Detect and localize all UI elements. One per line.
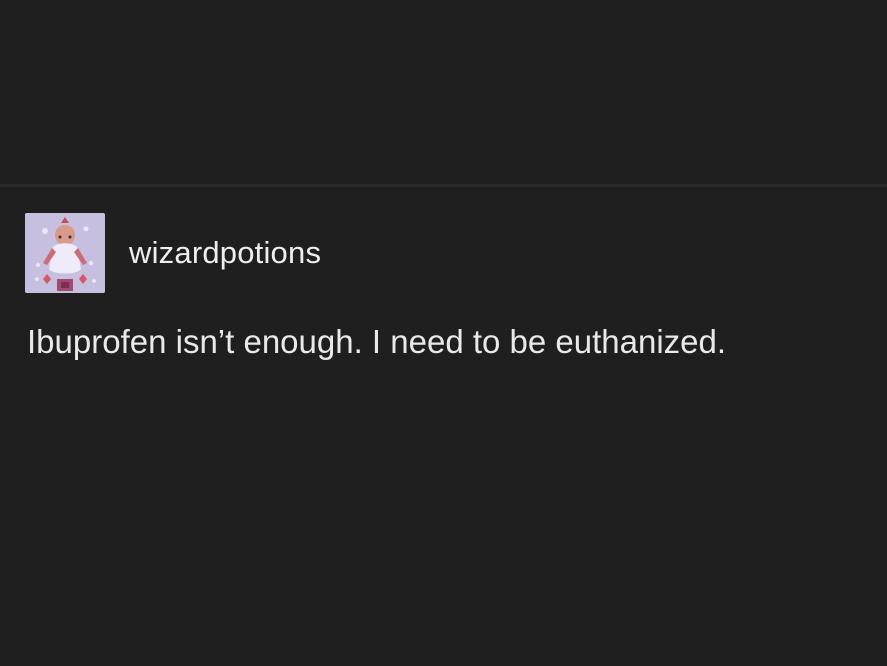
avatar[interactable]	[25, 213, 105, 293]
post-text: Ibuprofen isn’t enough. I need to be eut…	[27, 323, 727, 360]
avatar-image	[25, 213, 105, 293]
post-header: wizardpotions	[25, 213, 321, 293]
post-divider	[0, 184, 887, 187]
username-link[interactable]: wizardpotions	[129, 235, 321, 271]
post-page: wizardpotions Ibuprofen isn’t enough. I …	[0, 0, 887, 666]
